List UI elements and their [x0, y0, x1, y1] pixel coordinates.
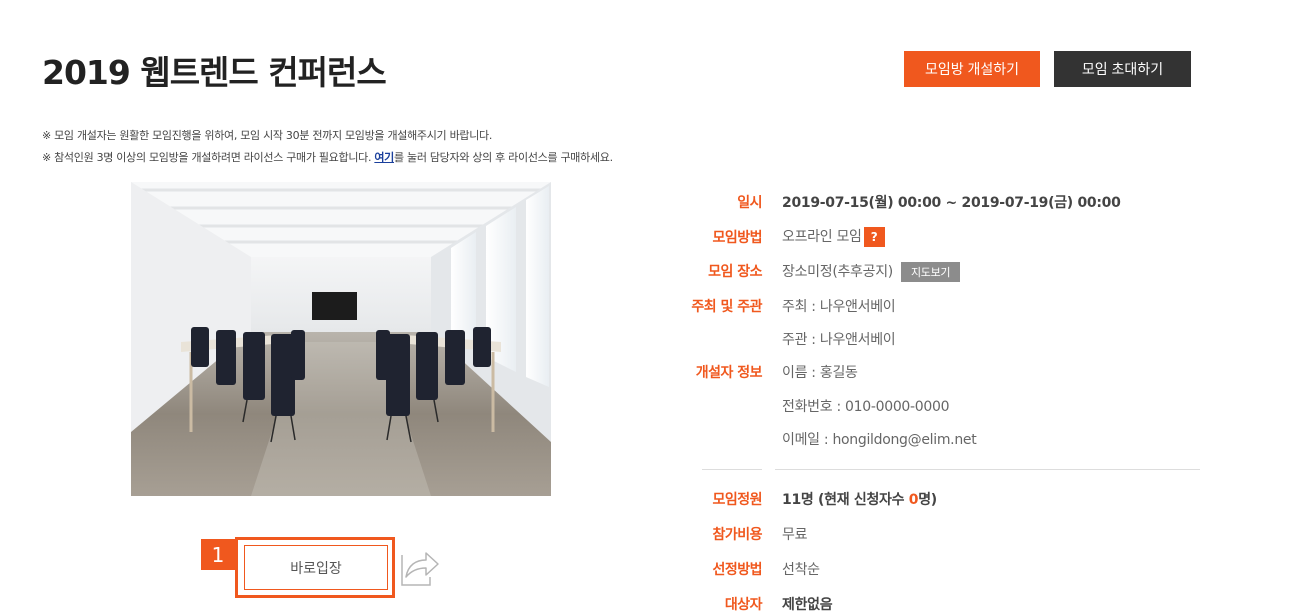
fee-label: 참가비용 — [712, 527, 762, 543]
share-icon[interactable] — [398, 543, 440, 589]
target-value: 제한없음 — [782, 597, 833, 612]
notice-line-2-tail: 를 눌러 담당자와 상의 후 라이선스를 구매하세요. — [394, 151, 613, 164]
license-link[interactable]: 여기 — [374, 151, 394, 164]
creator-label: 개설자 정보 — [695, 365, 763, 381]
notice-line-2: ※ 참석인원 3명 이상의 모임방을 개설하려면 라이선스 구매가 필요합니다.… — [42, 149, 613, 165]
enter-now-button[interactable]: 바로입장 — [244, 545, 388, 590]
datetime-value: 2019-07-15(월) 00:00 ~ 2019-07-19(금) 00:0… — [782, 195, 1121, 211]
open-room-button[interactable]: 모임방 개설하기 — [904, 51, 1040, 87]
view-map-button[interactable]: 지도보기 — [900, 262, 961, 282]
creator-email: 이메일 : hongildong@elim.net — [782, 432, 977, 448]
target-label: 대상자 — [724, 597, 763, 612]
host-label: 주최 및 주관 — [691, 299, 762, 315]
creator-phone: 전화번호 : 010-0000-0000 — [782, 399, 950, 415]
method-value-row: 오프라인 모임? — [782, 226, 885, 247]
divider-left — [702, 469, 762, 470]
capacity-value-row: 11명 (현재 신청자수 0명) — [782, 489, 937, 509]
divider-right — [775, 469, 1200, 470]
method-label: 모임방법 — [712, 230, 762, 246]
datetime-label: 일시 — [737, 195, 762, 211]
notice-line-1: ※ 모임 개설자는 원활한 모임진행을 위하여, 모임 시작 30분 전까지 모… — [42, 129, 493, 142]
capacity-value: 11명 (현재 신청자수 — [782, 492, 909, 508]
place-value: 장소미정(추후공지) — [782, 264, 893, 280]
capacity-value-tail: 명) — [918, 492, 937, 508]
meeting-room-photo — [131, 182, 551, 496]
step-number-badge: 1 — [201, 539, 235, 570]
host-value: 주최 : 나우앤서베이 — [782, 299, 896, 315]
fee-value: 무료 — [782, 527, 808, 543]
page-title: 2019 웹트렌드 컨퍼런스 — [42, 53, 387, 92]
method-value: 오프라인 모임 — [782, 229, 862, 245]
selection-label: 선정방법 — [712, 562, 762, 578]
organizer-value: 주관 : 나우앤서베이 — [782, 332, 896, 348]
creator-name: 이름 : 홍길동 — [782, 365, 858, 381]
capacity-current-count: 0 — [908, 492, 919, 508]
place-label: 모임 장소 — [708, 264, 762, 280]
place-value-row: 장소미정(추후공지) 지도보기 — [782, 261, 961, 282]
invite-button[interactable]: 모임 초대하기 — [1054, 51, 1191, 87]
notice-line-2-text: ※ 참석인원 3명 이상의 모임방을 개설하려면 라이선스 구매가 필요합니다. — [42, 151, 375, 164]
capacity-label: 모임정원 — [712, 492, 762, 508]
help-question-icon[interactable]: ? — [863, 227, 885, 247]
selection-value: 선착순 — [782, 562, 820, 578]
